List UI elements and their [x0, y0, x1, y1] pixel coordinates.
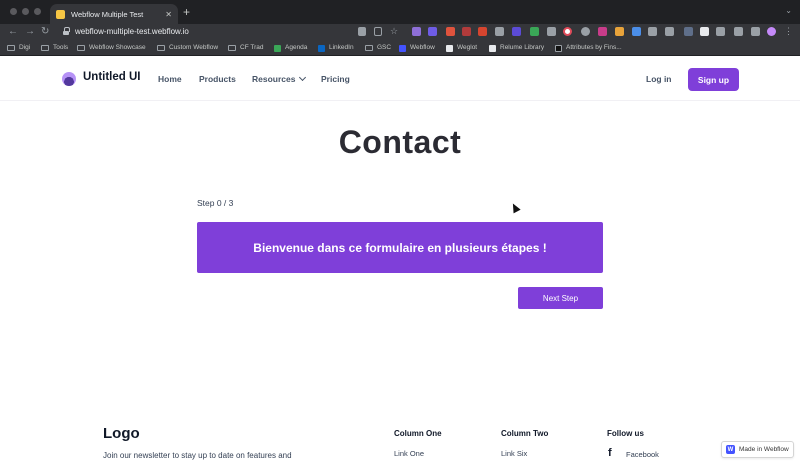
tab-close-icon[interactable]: ✕ — [165, 10, 172, 19]
extension-icon[interactable] — [598, 27, 607, 36]
address-bar[interactable]: webflow-multiple-test.webflow.io — [75, 26, 189, 38]
mouse-cursor-icon — [509, 201, 521, 214]
folder-icon — [365, 45, 373, 51]
bookmark-link[interactable]: Webflow — [399, 42, 435, 54]
profile-avatar[interactable] — [767, 27, 776, 36]
extensions-puzzle-icon[interactable] — [734, 27, 743, 36]
tab-search-chevron-icon[interactable]: ⌄ — [785, 6, 792, 15]
folder-icon — [157, 45, 165, 51]
extension-icon[interactable] — [648, 27, 657, 36]
extension-icon[interactable] — [700, 27, 709, 36]
brand-name[interactable]: Untitled UI — [83, 71, 141, 83]
footer-column-two-heading: Column Two — [501, 429, 549, 438]
nav-link-home[interactable]: Home — [158, 74, 182, 84]
chevron-down-icon — [299, 73, 307, 82]
bookmark-folder[interactable]: Digi — [7, 42, 30, 54]
bookmark-folder[interactable]: GSC — [365, 42, 391, 54]
bookmark-star-icon[interactable]: ☆ — [390, 27, 398, 36]
extension-icon[interactable] — [632, 27, 641, 36]
window-minimize-button[interactable] — [22, 8, 29, 15]
webflow-favicon-icon — [56, 9, 65, 19]
facebook-icon[interactable]: f — [608, 448, 618, 459]
footer-link-one[interactable]: Link One — [394, 449, 424, 458]
finsweet-icon — [555, 44, 562, 52]
extension-icon[interactable] — [412, 27, 421, 36]
folder-icon — [228, 45, 236, 51]
extension-icon[interactable] — [684, 27, 693, 36]
step-indicator: Step 0 / 3 — [197, 198, 234, 208]
page-title: Contact — [338, 124, 462, 160]
browser-menu-icon[interactable]: ⋮ — [784, 27, 793, 36]
extension-icon[interactable] — [530, 27, 539, 36]
nav-link-pricing[interactable]: Pricing — [321, 74, 350, 84]
window-close-button[interactable] — [10, 8, 17, 15]
share-icon[interactable] — [374, 27, 382, 36]
next-step-button[interactable]: Next Step — [518, 287, 603, 309]
new-tab-button[interactable]: + — [183, 5, 190, 19]
folder-icon — [7, 45, 15, 51]
bookmark-link[interactable]: Agenda — [274, 42, 307, 54]
browser-tab-bar: Webflow Multiple Test ✕ + ⌄ — [0, 0, 800, 24]
extension-icon[interactable] — [665, 27, 674, 36]
extension-icon[interactable] — [478, 27, 487, 36]
weglot-icon — [446, 44, 453, 52]
side-panel-icon[interactable] — [751, 27, 760, 36]
folder-icon — [41, 45, 49, 51]
site-navbar: Untitled UI Home Products Resources Pric… — [0, 56, 800, 101]
extension-icon[interactable] — [547, 27, 556, 36]
bookmark-link[interactable]: Relume Library — [489, 42, 544, 54]
login-link[interactable]: Log in — [646, 74, 672, 84]
bookmark-folder[interactable]: Webflow Showcase — [77, 42, 146, 54]
extension-icon[interactable] — [495, 27, 504, 36]
webflow-icon — [399, 44, 406, 52]
back-button[interactable]: ← — [8, 25, 18, 39]
bookmark-folder[interactable]: Tools — [41, 42, 68, 54]
extension-icon[interactable] — [581, 27, 590, 36]
bookmarks-bar: Digi Tools Webflow Showcase Custom Webfl… — [0, 40, 800, 56]
made-in-webflow-badge[interactable]: W Made in Webflow — [721, 441, 794, 458]
calendar-icon — [274, 44, 281, 52]
nav-link-products[interactable]: Products — [199, 74, 236, 84]
nav-link-resources-label: Resources — [252, 74, 296, 84]
reload-button[interactable]: ↻ — [41, 25, 49, 39]
extension-icon[interactable] — [512, 27, 521, 36]
footer-link-six[interactable]: Link Six — [501, 449, 527, 458]
footer-follow-heading: Follow us — [607, 429, 644, 438]
badge-text: Made in Webflow — [739, 446, 789, 453]
browser-toolbar: ← → ↻ webflow-multiple-test.webflow.io ☆… — [0, 24, 800, 40]
footer-column-one-heading: Column One — [394, 429, 442, 438]
folder-icon — [77, 45, 85, 51]
webflow-logo-icon: W — [726, 445, 735, 454]
relume-icon — [489, 44, 496, 52]
bookmark-link[interactable]: Attributes by Fins... — [555, 42, 622, 54]
welcome-banner: Bienvenue dans ce formulaire en plusieur… — [197, 222, 603, 273]
extension-icon[interactable] — [563, 27, 572, 36]
welcome-text: Bienvenue dans ce formulaire en plusieur… — [253, 240, 547, 255]
extension-icon[interactable] — [615, 27, 624, 36]
extension-icon[interactable] — [462, 27, 471, 36]
bookmark-link[interactable]: LinkedIn — [318, 42, 354, 54]
translate-icon[interactable] — [358, 27, 366, 36]
signup-button[interactable]: Sign up — [688, 68, 739, 91]
bookmark-link[interactable]: Weglot — [446, 42, 477, 54]
extension-icon[interactable] — [428, 27, 437, 36]
forward-button[interactable]: → — [25, 25, 35, 39]
extension-icon[interactable] — [716, 27, 725, 36]
footer-logo[interactable]: Logo — [103, 425, 140, 442]
bookmark-folder[interactable]: Custom Webflow — [157, 42, 218, 54]
bookmark-folder[interactable]: CF Trad — [228, 42, 263, 54]
browser-tab-active[interactable]: Webflow Multiple Test ✕ — [50, 4, 178, 24]
linkedin-icon — [318, 44, 325, 52]
lock-icon[interactable] — [63, 27, 70, 35]
nav-link-resources[interactable]: Resources — [252, 73, 307, 84]
window-zoom-button[interactable] — [34, 8, 41, 15]
newsletter-text: Join our newsletter to stay up to date o… — [103, 451, 292, 460]
brand-logo-icon[interactable] — [62, 72, 76, 86]
tab-title: Webflow Multiple Test — [71, 9, 144, 19]
extension-icon[interactable] — [446, 27, 455, 36]
facebook-link[interactable]: Facebook — [626, 450, 659, 459]
